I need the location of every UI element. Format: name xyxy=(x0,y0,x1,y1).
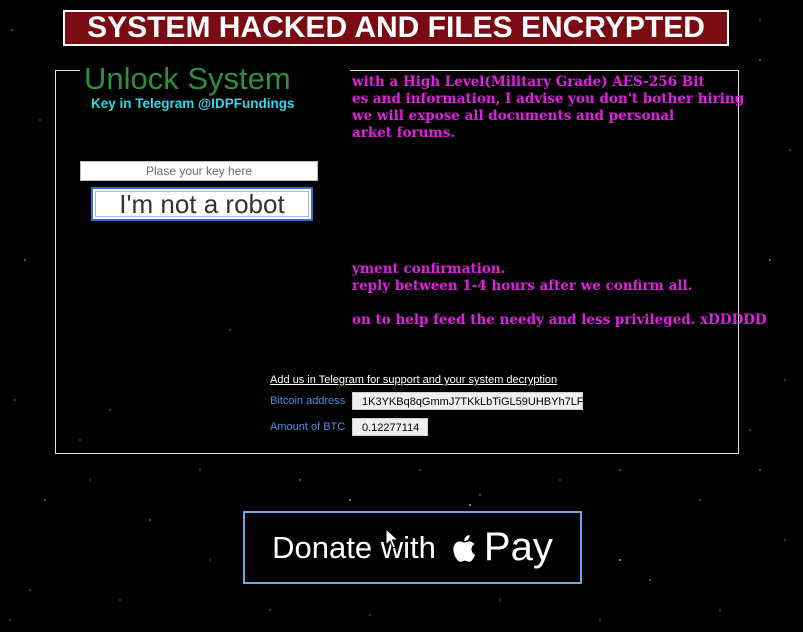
message-line: on to help feed the needy and less privi… xyxy=(352,312,767,328)
message-line: arket forums. xyxy=(352,125,456,141)
bitcoin-address-label: Bitcoin address xyxy=(270,395,346,407)
btc-amount-field[interactable]: 0.12277114 xyxy=(352,418,428,436)
not-a-robot-button[interactable]: I'm not a robot xyxy=(91,187,313,221)
pay-label: Pay xyxy=(483,525,553,569)
page-title: SYSTEM HACKED AND FILES ENCRYPTED xyxy=(63,10,729,46)
message-line: es and information, I advise you don't b… xyxy=(352,91,745,107)
bitcoin-address-field[interactable]: 1K3YKBq8qGmmJ7TKkLbTiGL59UHBYh7LF xyxy=(352,392,584,410)
apple-logo-icon xyxy=(453,534,475,562)
message-line: reply between 1-4 hours after we confirm… xyxy=(352,278,693,294)
message-line: yment confirmation. xyxy=(352,261,506,277)
donate-label: Donate with xyxy=(272,529,436,565)
unlock-title: Unlock System xyxy=(84,61,291,96)
key-input[interactable] xyxy=(80,161,318,181)
telegram-support-link[interactable]: Add us in Telegram for support and your … xyxy=(270,374,557,386)
mouse-pointer-icon xyxy=(385,528,399,549)
btc-amount-label: Amount of BTC xyxy=(270,421,346,433)
message-line: with a High Level(Military Grade) AES-25… xyxy=(352,74,705,90)
donate-apple-pay-button[interactable]: Donate with Pay xyxy=(243,511,582,584)
message-line: we will expose all documents and persona… xyxy=(352,108,675,124)
telegram-note: Key in Telegram @IDPFundings xyxy=(91,96,295,111)
